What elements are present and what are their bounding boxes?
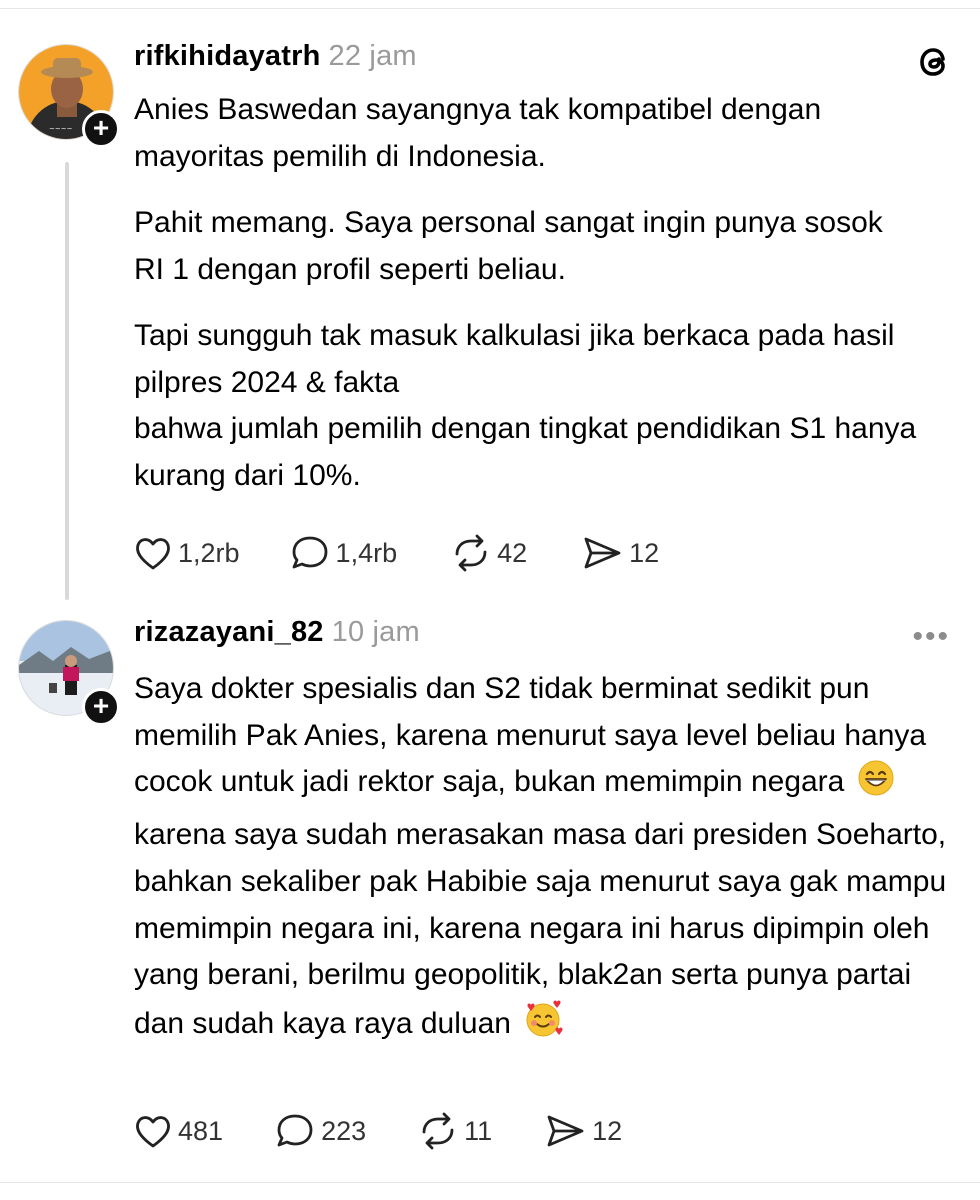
smiling-face-with-hearts-emoji [523,999,563,1054]
post-actions: 1,2rb 1,4rb 42 12 [134,533,659,573]
username-text[interactable]: rizazayani_82 [134,616,324,648]
post-time: 10 jam [331,616,420,648]
username-text[interactable]: rifkihidayatrh [134,40,321,72]
post-actions: 481 223 11 12 [134,1111,622,1151]
repost-button[interactable]: 11 [418,1112,492,1150]
comment-icon [277,1114,313,1147]
like-button[interactable]: 1,2rb [134,535,240,571]
post-body: Anies Baswedan sayangnya tak kompatibel … [134,87,954,499]
post-paragraph: Anies Baswedan sayangnya tak kompatibel … [134,93,822,173]
share-button[interactable]: 12 [581,534,659,572]
like-button[interactable]: 481 [134,1113,223,1149]
send-icon [584,537,621,569]
comment-icon [292,536,327,569]
svg-text:~~~~: ~~~~ [49,125,73,133]
post-username[interactable]: rizazayani_82 10 jam [134,616,420,649]
repost-count: 11 [464,1115,493,1146]
reply-count: 223 [321,1115,367,1146]
grinning-face-emoji [857,759,895,812]
follow-plus-icon[interactable]: + [82,110,120,148]
post-paragraph: Tapi sungguh tak masuk kalkulasi jika be… [134,319,895,399]
post-paragraph: Pahit memang. Saya personal sangat ingin… [134,206,883,286]
post-text: Saya dokter spesialis dan S2 tidak bermi… [134,672,927,799]
repost-count: 42 [497,537,528,568]
post-time: 22 jam [328,40,417,72]
post-username[interactable]: rifkihidayatrh 22 jam [134,40,417,73]
reply-button[interactable]: 223 [275,1112,366,1150]
reply-button[interactable]: 1,4rb [290,534,398,572]
more-options-icon[interactable]: ••• [912,620,950,654]
threads-logo-icon[interactable] [914,42,954,82]
reply-count: 1,4rb [335,537,398,568]
repost-button[interactable]: 42 [451,534,527,572]
share-count: 12 [592,1115,623,1146]
heart-icon [136,1116,170,1148]
send-icon [547,1115,584,1147]
repost-icon [455,534,487,572]
bottom-divider [0,1182,980,1183]
post-body: Saya dokter spesialis dan S2 tidak bermi… [134,666,959,1054]
share-count: 12 [629,537,660,568]
share-button[interactable]: 12 [544,1112,622,1150]
like-count: 481 [178,1115,224,1146]
heart-icon [136,538,170,570]
top-divider [0,8,980,9]
follow-plus-icon[interactable]: + [82,688,120,726]
post-paragraph: bahwa jumlah pemilih dengan tingkat pend… [134,412,917,492]
like-count: 1,2rb [178,537,240,568]
repost-icon [422,1112,454,1150]
thread-connector-line [65,162,69,600]
